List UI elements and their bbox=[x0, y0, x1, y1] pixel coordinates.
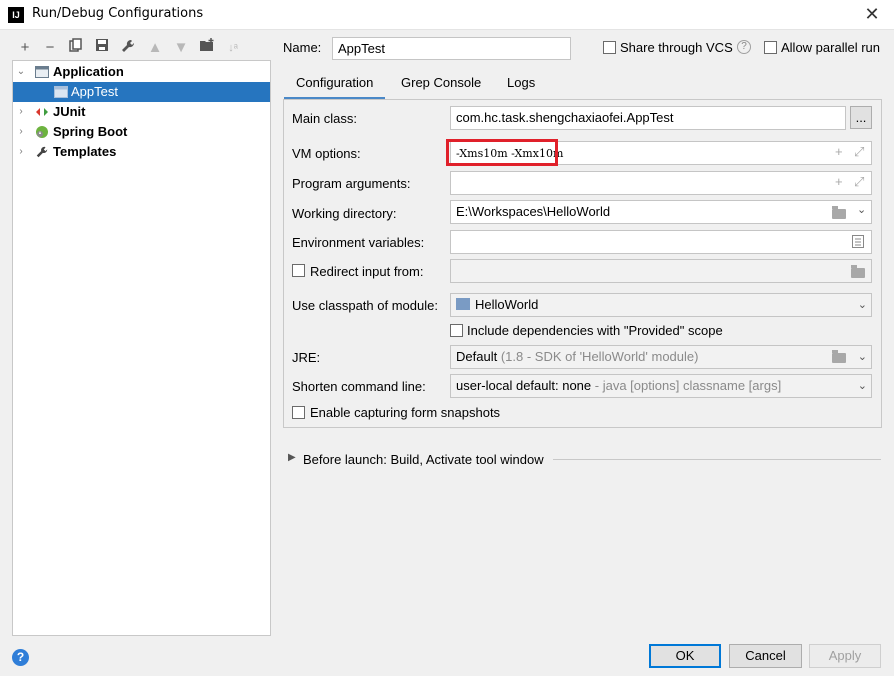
before-launch-label[interactable]: Before launch: Build, Activate tool wind… bbox=[303, 452, 544, 467]
snapshots-label: Enable capturing form snapshots bbox=[310, 405, 501, 420]
classpath-label: Use classpath of module: bbox=[292, 298, 438, 313]
application-icon bbox=[54, 85, 68, 99]
main-class-label: Main class: bbox=[292, 111, 358, 126]
snapshots-checkbox[interactable] bbox=[292, 406, 305, 419]
chevron-down-icon: ⌄ bbox=[857, 351, 867, 363]
remove-icon[interactable]: − bbox=[40, 38, 60, 58]
jre-value: Default bbox=[456, 349, 498, 364]
move-down-icon: ▼ bbox=[173, 39, 189, 56]
tab-logs[interactable]: Logs bbox=[495, 70, 547, 100]
tree-item-application[interactable]: ⌄ Application bbox=[13, 62, 270, 82]
jre-select[interactable]: Default (1.8 - SDK of 'HelloWorld' modul… bbox=[450, 345, 872, 369]
shorten-select[interactable]: user-local default: none - java [options… bbox=[450, 374, 872, 398]
list-icon[interactable] bbox=[852, 235, 864, 251]
junit-icon bbox=[35, 105, 49, 119]
chevron-right-icon[interactable]: › bbox=[16, 142, 26, 162]
tree-item-label: Spring Boot bbox=[53, 124, 128, 139]
window-title: Run/Debug Configurations bbox=[32, 6, 204, 21]
module-icon bbox=[456, 298, 470, 310]
name-input[interactable]: AppTest bbox=[332, 37, 571, 60]
chevron-down-icon: ⌄ bbox=[857, 380, 867, 392]
tree-item-label: Application bbox=[53, 64, 124, 79]
add-icon[interactable]: + bbox=[835, 174, 843, 189]
browse-button[interactable]: ... bbox=[850, 106, 872, 129]
sort-icon: ↓ᵃ bbox=[228, 42, 238, 54]
tree-item-templates[interactable]: › Templates bbox=[13, 142, 270, 162]
spring-boot-icon bbox=[35, 125, 49, 139]
tab-grep-console[interactable]: Grep Console bbox=[389, 70, 493, 100]
tree-item-label: Templates bbox=[53, 144, 117, 159]
include-deps-label: Include dependencies with "Provided" sco… bbox=[467, 323, 723, 338]
share-vcs-checkbox[interactable] bbox=[603, 41, 616, 54]
ok-button[interactable]: OK bbox=[649, 644, 721, 668]
program-args-input[interactable] bbox=[450, 171, 872, 195]
expand-icon[interactable]: ⤢ bbox=[854, 144, 864, 160]
chevron-right-icon[interactable]: › bbox=[16, 122, 26, 142]
main-class-input[interactable]: com.hc.task.shengchaxiaofei.AppTest bbox=[450, 106, 846, 130]
working-dir-label: Working directory: bbox=[292, 206, 397, 221]
jre-hint: (1.8 - SDK of 'HelloWorld' module) bbox=[500, 349, 699, 364]
folder-icon bbox=[851, 265, 865, 278]
tree-item-apptest[interactable]: AppTest bbox=[13, 82, 270, 102]
classpath-select[interactable]: HelloWorld ⌄ bbox=[450, 293, 872, 317]
move-up-icon: ▲ bbox=[147, 39, 163, 56]
shorten-label: Shorten command line: bbox=[292, 379, 426, 394]
folder-icon[interactable] bbox=[832, 206, 846, 219]
redirect-label: Redirect input from: bbox=[310, 264, 424, 279]
allow-parallel-checkbox[interactable] bbox=[764, 41, 777, 54]
save-icon[interactable] bbox=[92, 38, 112, 58]
tree-item-label: JUnit bbox=[53, 104, 86, 119]
folder-icon[interactable] bbox=[832, 350, 846, 363]
program-args-label: Program arguments: bbox=[292, 176, 411, 191]
separator bbox=[553, 459, 881, 460]
tree-item-label: AppTest bbox=[71, 84, 118, 99]
redirect-checkbox[interactable] bbox=[292, 264, 305, 277]
share-vcs-label: Share through VCS bbox=[620, 40, 733, 55]
chevron-down-icon[interactable]: ⌄ bbox=[16, 62, 26, 82]
classpath-value: HelloWorld bbox=[475, 297, 539, 312]
shorten-hint: - java [options] classname [args] bbox=[594, 378, 782, 393]
working-dir-input[interactable]: E:\Workspaces\HelloWorld bbox=[450, 200, 872, 224]
jre-label: JRE: bbox=[292, 350, 321, 365]
chevron-right-icon[interactable]: › bbox=[16, 102, 26, 122]
tree-item-junit[interactable]: › JUnit bbox=[13, 102, 270, 122]
intellij-logo-icon: IJ bbox=[8, 7, 24, 23]
redirect-input bbox=[450, 259, 872, 283]
name-label: Name: bbox=[283, 40, 322, 55]
wrench-icon bbox=[35, 145, 49, 159]
tab-configuration[interactable]: Configuration bbox=[284, 70, 386, 100]
allow-parallel-label: Allow parallel run bbox=[781, 40, 880, 55]
env-vars-input[interactable] bbox=[450, 230, 872, 254]
chevron-down-icon[interactable]: ⌄ bbox=[857, 203, 866, 216]
close-icon[interactable]: ✕ bbox=[860, 3, 884, 25]
application-icon bbox=[35, 65, 49, 79]
chevron-right-icon[interactable]: ▶ bbox=[288, 452, 296, 463]
help-button[interactable]: ? bbox=[12, 649, 29, 666]
vm-options-label: VM options: bbox=[292, 146, 361, 161]
tree-item-spring-boot[interactable]: › Spring Boot bbox=[13, 122, 270, 142]
shorten-value: user-local default: none bbox=[456, 378, 592, 393]
expand-icon[interactable]: ⤢ bbox=[854, 174, 864, 190]
chevron-down-icon: ⌄ bbox=[857, 299, 867, 311]
cancel-button[interactable]: Cancel bbox=[729, 644, 802, 668]
add-icon[interactable]: + bbox=[15, 38, 35, 58]
copy-icon[interactable] bbox=[66, 38, 86, 58]
help-icon[interactable]: ? bbox=[737, 40, 751, 54]
wrench-icon[interactable] bbox=[118, 38, 138, 58]
highlight-box bbox=[446, 139, 558, 166]
env-vars-label: Environment variables: bbox=[292, 235, 425, 250]
add-icon[interactable]: + bbox=[835, 144, 843, 159]
folder-add-icon[interactable] bbox=[197, 38, 217, 58]
include-deps-checkbox[interactable] bbox=[450, 324, 463, 337]
apply-button: Apply bbox=[809, 644, 881, 668]
configuration-tree[interactable]: ⌄ Application AppTest › JUnit › Spring B… bbox=[12, 60, 271, 636]
